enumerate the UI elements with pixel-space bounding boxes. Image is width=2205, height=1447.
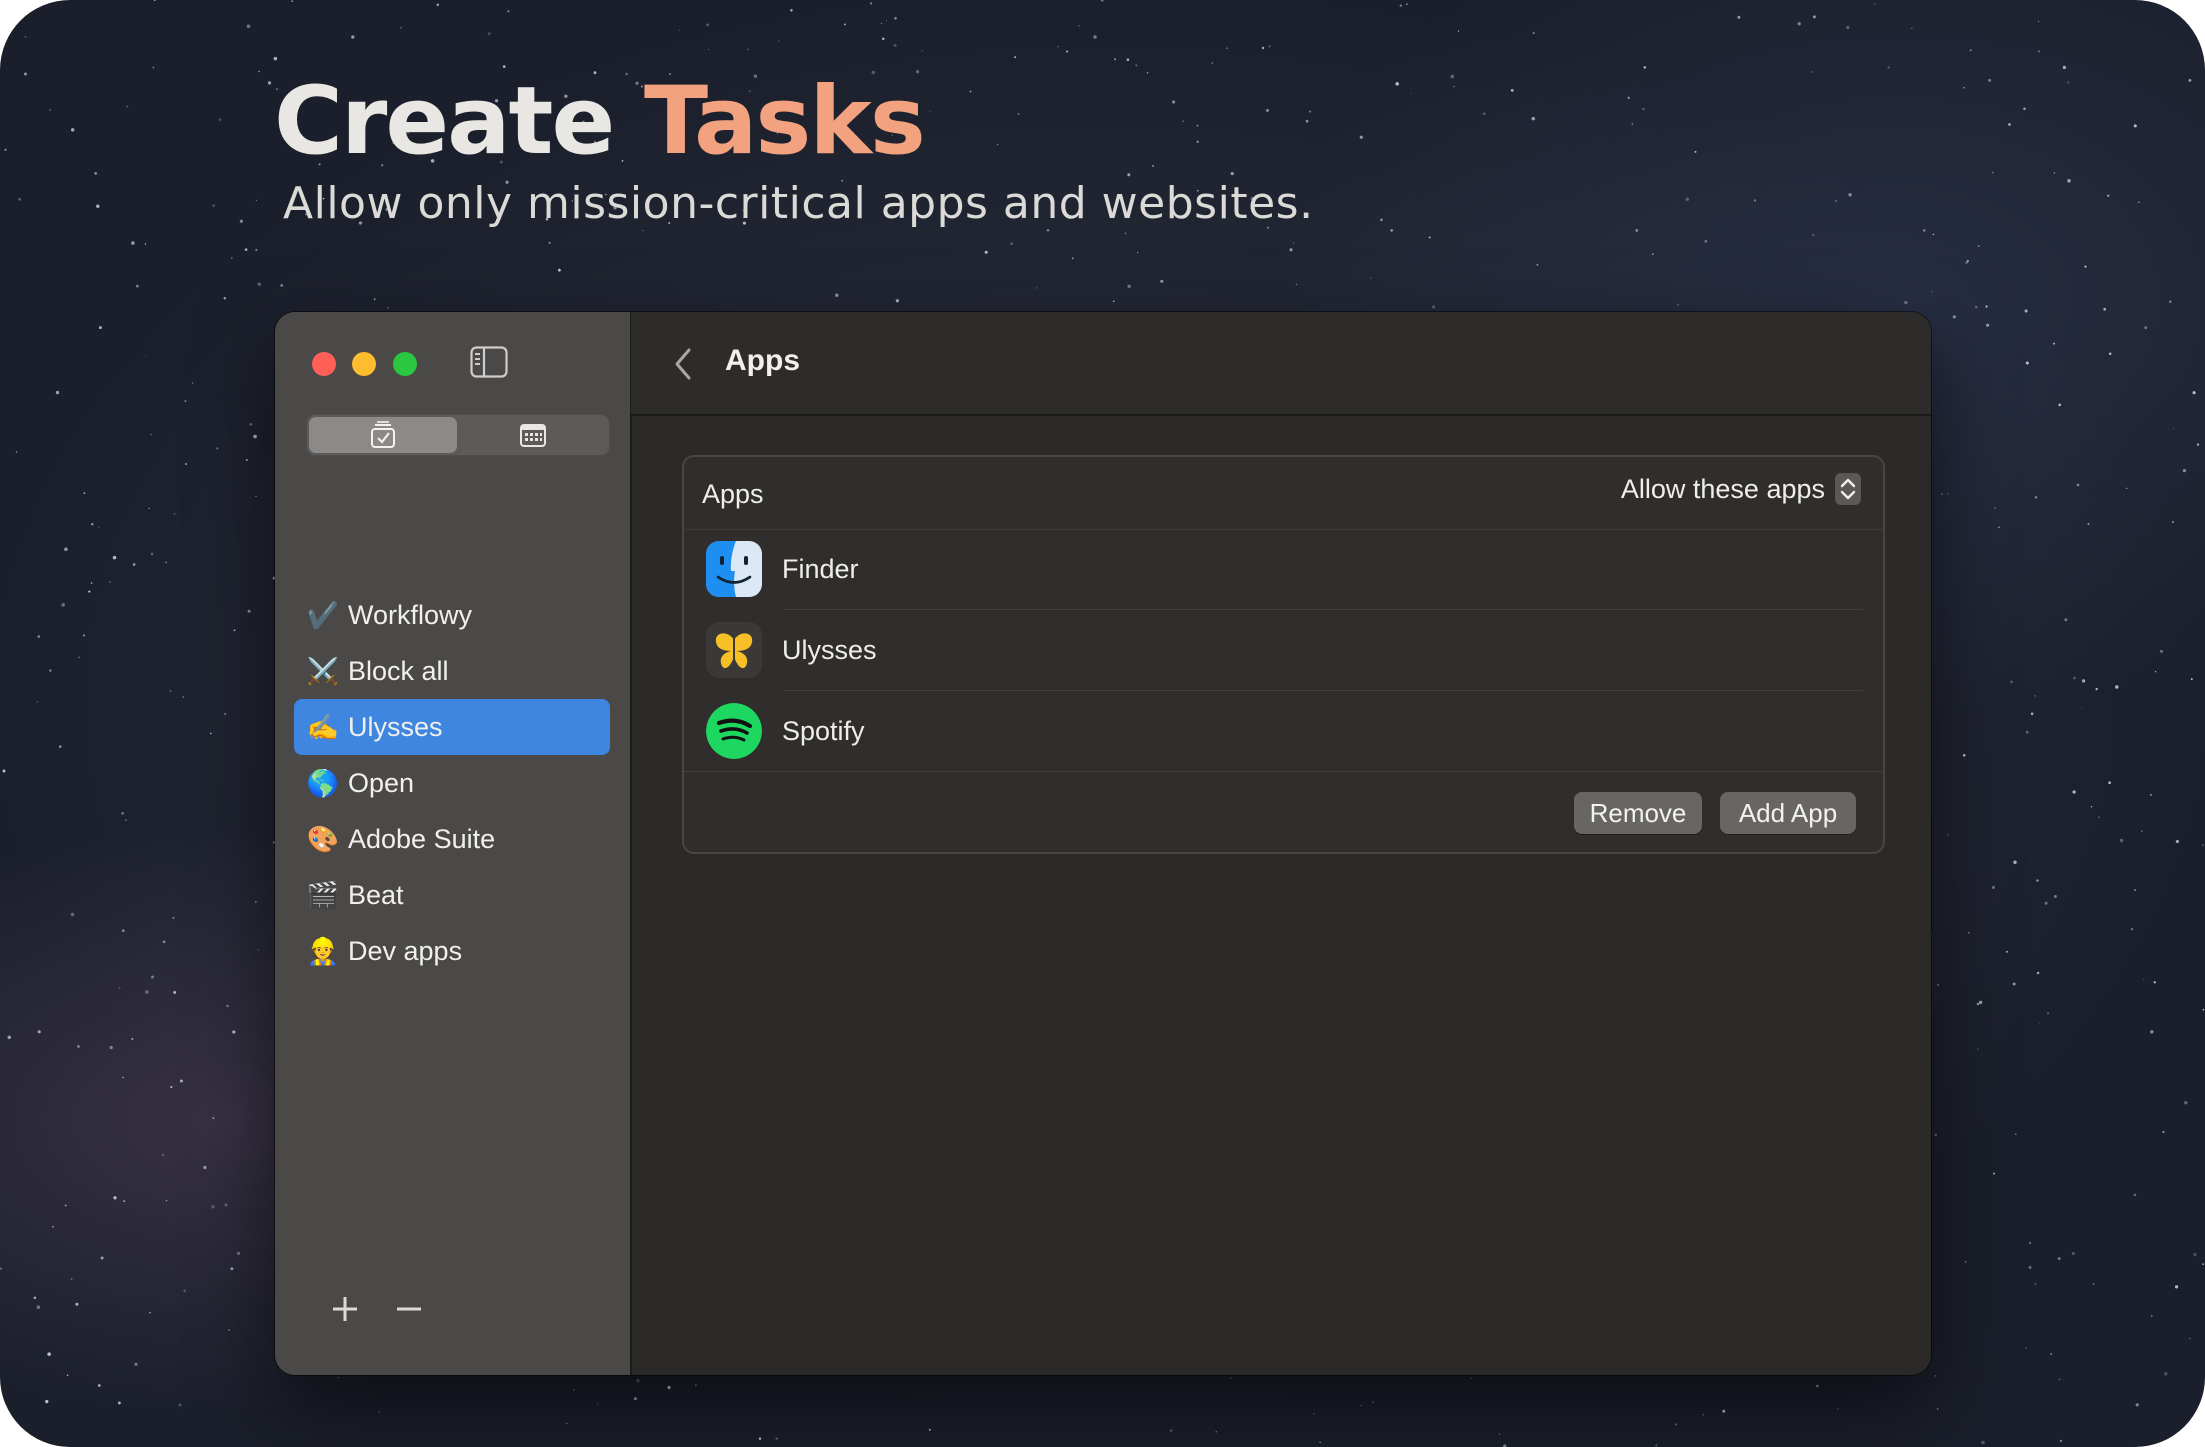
sidebar-task-adobe-suite[interactable]: 🎨 Adobe Suite — [294, 811, 610, 867]
checkbox-icon: ✔️ — [306, 599, 340, 630]
hero-title-plain: Create — [274, 67, 615, 176]
toggle-sidebar-icon[interactable] — [470, 346, 508, 378]
apps-panel: Apps Allow these apps Finder Ulysses Spo… — [682, 455, 1885, 854]
developer-icon: 👷 — [306, 935, 340, 966]
hero-title: Create Tasks — [274, 67, 926, 176]
sidebar-task-label: Ulysses — [348, 711, 443, 742]
calendar-segment[interactable] — [459, 417, 607, 453]
hero-subtitle: Allow only mission-critical apps and web… — [283, 178, 1314, 229]
sidebar-task-workflowy[interactable]: ✔️ Workflowy — [294, 587, 610, 643]
minimize-window-button[interactable] — [352, 352, 376, 376]
ulysses-icon — [706, 622, 762, 678]
sidebar-task-label: Open — [348, 767, 415, 798]
sidebar-task-label: Beat — [348, 879, 404, 910]
sidebar-task-block-all[interactable]: ⚔️ Block all — [294, 643, 610, 699]
sidebar-task-dev-apps[interactable]: 👷 Dev apps — [294, 923, 610, 979]
crossed-swords-icon: ⚔️ — [306, 655, 340, 686]
sidebar-task-beat[interactable]: 🎬 Beat — [294, 867, 610, 923]
spotify-icon — [706, 703, 762, 759]
sidebar: ✔️ Workflowy ⚔️ Block all ✍️ Ulysses 🌎 Open 🎨 Ado… — [275, 312, 632, 1375]
apps-panel-title: Apps — [702, 479, 764, 509]
app-row-spotify[interactable]: Spotify — [706, 691, 1863, 771]
app-name: Ulysses — [782, 634, 877, 665]
writing-hand-icon: ✍️ — [306, 711, 340, 742]
remove-task-button[interactable] — [394, 1294, 424, 1324]
add-task-button[interactable] — [330, 1294, 360, 1324]
apps-panel-header: Apps Allow these apps — [684, 457, 1883, 530]
close-window-button[interactable] — [312, 352, 336, 376]
policy-selected-value: Allow these apps — [1620, 473, 1825, 504]
back-button[interactable] — [669, 346, 699, 382]
minus-icon — [397, 1307, 421, 1311]
chevron-left-icon — [675, 348, 691, 380]
hero-title-accent: Tasks — [643, 67, 926, 176]
globe-icon: 🌎 — [306, 767, 340, 798]
app-row-finder[interactable]: Finder — [706, 529, 1863, 609]
finder-icon — [706, 541, 762, 597]
sidebar-task-label: Block all — [348, 655, 449, 686]
sidebar-task-label: Workflowy — [348, 599, 473, 630]
apps-panel-footer: Remove Add App — [684, 771, 1883, 852]
sidebar-task-label: Dev apps — [348, 935, 463, 966]
background: Create Tasks Allow only mission-critical… — [0, 0, 2205, 1447]
view-switcher — [306, 414, 610, 456]
tasks-segment[interactable] — [309, 417, 457, 453]
sidebar-task-ulysses[interactable]: ✍️ Ulysses — [294, 699, 610, 755]
calendar-icon — [520, 424, 546, 447]
tasks-checklist-icon — [371, 421, 395, 448]
sidebar-task-open[interactable]: 🌎 Open — [294, 755, 610, 811]
app-row-ulysses[interactable]: Ulysses — [706, 610, 1863, 690]
sidebar-task-label: Adobe Suite — [348, 823, 496, 854]
zoom-window-button[interactable] — [393, 352, 417, 376]
policy-popup[interactable]: Allow these apps — [1621, 473, 1861, 505]
plus-icon — [333, 1297, 357, 1321]
app-window: ✔️ Workflowy ⚔️ Block all ✍️ Ulysses 🌎 Open 🎨 Ado… — [275, 312, 1931, 1375]
app-name: Spotify — [782, 715, 865, 746]
add-app-button[interactable]: Add App — [1720, 792, 1856, 834]
page-title: Apps — [725, 344, 800, 377]
palette-icon: 🎨 — [306, 823, 340, 854]
main-header: Apps — [631, 312, 1931, 416]
app-name: Finder — [782, 553, 859, 584]
remove-app-button[interactable]: Remove — [1574, 792, 1702, 834]
popup-chevrons-icon — [1835, 473, 1861, 505]
task-list: ✔️ Workflowy ⚔️ Block all ✍️ Ulysses 🌎 Open 🎨 Ado… — [294, 587, 610, 979]
clapper-icon: 🎬 — [306, 879, 340, 910]
sidebar-footer — [330, 1294, 424, 1324]
